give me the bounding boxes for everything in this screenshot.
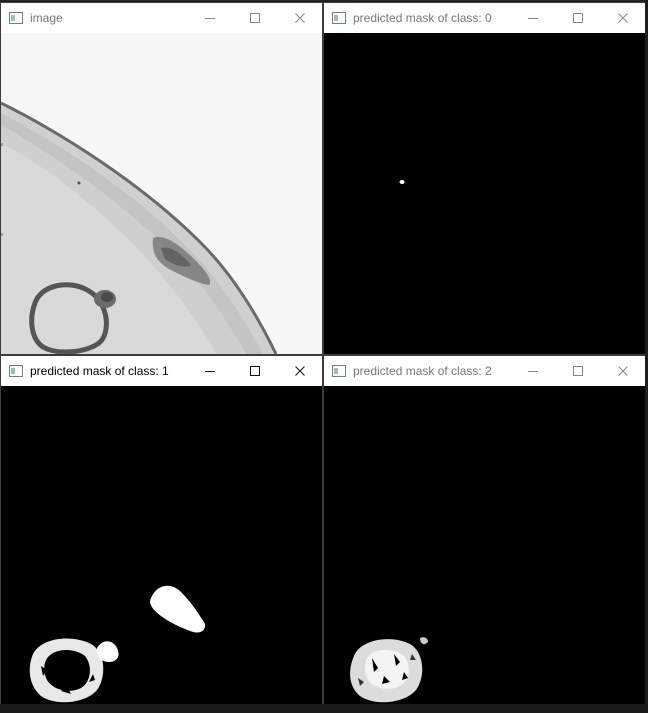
maximize-icon (572, 13, 583, 23)
minimize-icon (204, 18, 215, 19)
minimize-button[interactable] (187, 356, 232, 386)
taskbar-strip (0, 704, 648, 713)
opencv-window-icon (332, 12, 346, 24)
mask-image (1, 386, 322, 705)
maximize-button[interactable] (232, 356, 277, 386)
close-icon (294, 366, 305, 376)
window-title: predicted mask of class: 1 (30, 364, 169, 378)
minimize-icon (527, 18, 538, 19)
window-title: predicted mask of class: 0 (353, 11, 492, 25)
close-button[interactable] (277, 3, 322, 33)
window-title: predicted mask of class: 2 (353, 364, 492, 378)
window-image[interactable]: image (1, 3, 322, 354)
window-title: image (30, 11, 63, 25)
close-icon (617, 13, 628, 23)
window-mask-class-1[interactable]: predicted mask of class: 1 (1, 356, 322, 705)
titlebar[interactable]: image (1, 3, 322, 33)
opencv-window-icon (9, 12, 23, 24)
mask-canvas[interactable] (324, 386, 645, 705)
grayscale-image (1, 33, 322, 354)
maximize-button[interactable] (555, 356, 600, 386)
minimize-button[interactable] (187, 3, 232, 33)
minimize-icon (527, 371, 538, 372)
titlebar[interactable]: predicted mask of class: 0 (324, 3, 645, 33)
mask-image (324, 33, 645, 354)
close-button[interactable] (600, 356, 645, 386)
mask-canvas[interactable] (324, 33, 645, 354)
window-mask-class-2[interactable]: predicted mask of class: 2 (324, 356, 645, 705)
titlebar[interactable]: predicted mask of class: 2 (324, 356, 645, 386)
close-button[interactable] (600, 3, 645, 33)
maximize-icon (249, 13, 260, 23)
opencv-window-icon (9, 365, 23, 377)
opencv-window-icon (332, 365, 346, 377)
close-button[interactable] (277, 356, 322, 386)
close-icon (617, 366, 628, 376)
image-canvas[interactable] (1, 33, 322, 354)
mask-image (324, 386, 645, 705)
minimize-icon (204, 371, 215, 372)
minimize-button[interactable] (510, 356, 555, 386)
maximize-button[interactable] (555, 3, 600, 33)
window-mask-class-0[interactable]: predicted mask of class: 0 (324, 3, 645, 354)
close-icon (294, 13, 305, 23)
maximize-icon (572, 366, 583, 376)
titlebar[interactable]: predicted mask of class: 1 (1, 356, 322, 386)
mask-canvas[interactable] (1, 386, 322, 705)
maximize-button[interactable] (232, 3, 277, 33)
minimize-button[interactable] (510, 3, 555, 33)
maximize-icon (249, 366, 260, 376)
